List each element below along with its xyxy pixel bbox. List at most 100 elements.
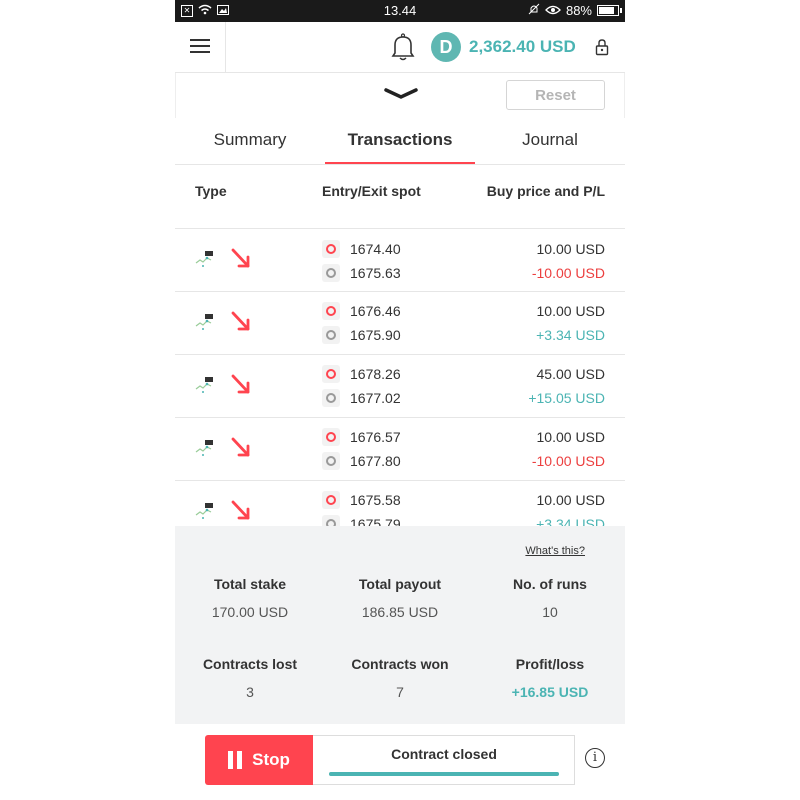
exit-spot-icon	[322, 389, 340, 407]
menu-icon-bar	[190, 39, 210, 41]
exit-spot: 1675.63	[322, 264, 401, 282]
entry-spot-value: 1674.40	[350, 241, 401, 257]
profit-loss-total: Profit/loss +16.85 USD	[475, 656, 625, 700]
info-icon[interactable]: i	[585, 748, 605, 768]
menu-icon-bar	[190, 45, 210, 47]
contracts-won: Contracts won 7	[325, 656, 475, 700]
entry-spot-value: 1675.58	[350, 492, 401, 508]
contract-chart-icon	[195, 438, 217, 458]
summary-panel: What's this? Total stake 170.00 USD Tota…	[175, 526, 625, 724]
pause-icon	[228, 751, 243, 769]
exit-spot-value: 1675.63	[350, 265, 401, 281]
contracts-won-label: Contracts won	[351, 656, 449, 672]
contract-chart-icon	[195, 375, 217, 395]
entry-spot: 1676.46	[322, 302, 401, 320]
buy-price: 45.00 USD	[536, 366, 605, 382]
total-payout-value: 186.85 USD	[361, 604, 439, 620]
app-header: D 2,362.40 USD	[175, 22, 625, 73]
entry-spot-icon	[322, 365, 340, 383]
menu-button[interactable]	[175, 22, 226, 72]
entry-spot: 1674.40	[322, 240, 401, 258]
table-row[interactable]: 1674.40 1675.63 10.00 USD -10.00 USD	[175, 229, 625, 292]
stop-button-label: Stop	[252, 750, 290, 769]
profit-loss: +3.34 USD	[536, 516, 605, 526]
entry-spot: 1676.57	[322, 428, 401, 446]
mute-icon	[528, 3, 540, 18]
bell-icon[interactable]	[389, 32, 417, 62]
exit-spot: 1675.90	[322, 326, 401, 344]
tab-summary[interactable]: Summary	[175, 118, 325, 164]
profit-loss: +15.05 USD	[528, 390, 605, 406]
column-header-type: Type	[195, 183, 227, 199]
total-payout-label: Total payout	[358, 576, 442, 592]
chevron-down-icon[interactable]	[383, 85, 419, 101]
buy-price: 10.00 USD	[536, 303, 605, 319]
entry-spot-value: 1676.57	[350, 429, 401, 445]
total-payout: Total payout 186.85 USD	[325, 576, 475, 620]
entry-spot-icon	[322, 240, 340, 258]
profit-loss: -10.00 USD	[531, 265, 605, 281]
total-stake: Total stake 170.00 USD	[175, 576, 325, 620]
contract-chart-icon	[195, 501, 217, 521]
exit-spot-value: 1675.79	[350, 516, 401, 526]
table-row[interactable]: 1676.46 1675.90 10.00 USD +3.34 USD	[175, 292, 625, 355]
entry-spot-icon	[322, 428, 340, 446]
total-stake-value: 170.00 USD	[211, 604, 289, 620]
arrow-down-icon	[230, 499, 252, 523]
contracts-lost-value: 3	[246, 684, 254, 700]
tab-journal[interactable]: Journal	[475, 118, 625, 164]
table-row[interactable]: 1676.57 1677.80 10.00 USD -10.00 USD	[175, 418, 625, 481]
entry-spot-icon	[322, 491, 340, 509]
total-stake-label: Total stake	[213, 576, 287, 592]
runs-value: 10	[542, 604, 558, 620]
arrow-down-icon	[230, 247, 252, 271]
exit-spot: 1677.80	[322, 452, 401, 470]
tab-transactions[interactable]: Transactions	[325, 118, 475, 164]
panel-toolbar: Reset	[175, 73, 625, 118]
exit-spot-icon	[322, 264, 340, 282]
stop-button[interactable]: Stop	[205, 735, 313, 785]
entry-spot-icon	[322, 302, 340, 320]
contract-progress-fill	[329, 772, 559, 776]
reset-button[interactable]: Reset	[506, 80, 605, 110]
menu-icon-bar	[190, 51, 210, 53]
contract-status-text: Contract closed	[391, 746, 497, 762]
profit-loss-value: +16.85 USD	[511, 684, 589, 700]
entry-spot-value: 1678.26	[350, 366, 401, 382]
table-row[interactable]: 1675.58 1675.79 10.00 USD +3.34 USD	[175, 481, 625, 526]
arrow-down-icon	[230, 310, 252, 334]
exit-spot-value: 1675.90	[350, 327, 401, 343]
entry-spot-value: 1676.46	[350, 303, 401, 319]
buy-price: 10.00 USD	[536, 429, 605, 445]
profit-loss: -10.00 USD	[531, 453, 605, 469]
column-header-buy-price: Buy price and P/L	[486, 183, 605, 199]
contract-chart-icon	[195, 249, 217, 269]
exit-spot-icon	[322, 515, 340, 526]
battery-percent: 88%	[565, 3, 592, 18]
table-row[interactable]: 1678.26 1677.02 45.00 USD +15.05 USD	[175, 355, 625, 418]
whats-this-link[interactable]: What's this?	[525, 545, 585, 557]
transactions-table-header: Type Entry/Exit spot Buy price and P/L	[175, 165, 625, 229]
status-bar: ✕ 13.44 88%	[175, 0, 625, 22]
buy-price: 10.00 USD	[536, 241, 605, 257]
entry-spot: 1678.26	[322, 365, 401, 383]
exit-spot: 1675.79	[322, 515, 401, 526]
contract-progress-bar	[329, 772, 559, 776]
exit-spot-value: 1677.02	[350, 390, 401, 406]
arrow-down-icon	[230, 436, 252, 460]
column-header-entry-exit: Entry/Exit spot	[322, 183, 421, 199]
contracts-lost-label: Contracts lost	[202, 656, 298, 672]
transactions-list: 1674.40 1675.63 10.00 USD -10.00 USD 167…	[175, 229, 625, 526]
arrow-down-icon	[230, 373, 252, 397]
runs-label: No. of runs	[513, 576, 587, 592]
exit-spot-icon	[322, 326, 340, 344]
app-screen: ✕ 13.44 88% D 2,362.40 USD Reset Summary…	[175, 0, 625, 800]
lock-icon	[594, 38, 610, 56]
contracts-lost: Contracts lost 3	[175, 656, 325, 700]
currency-logo-icon: D	[431, 32, 461, 62]
exit-spot: 1677.02	[322, 389, 401, 407]
exit-spot-value: 1677.80	[350, 453, 401, 469]
status-right-icons: 88%	[528, 3, 622, 18]
profit-loss-label: Profit/loss	[515, 656, 585, 672]
account-balance[interactable]: 2,362.40 USD	[469, 37, 576, 57]
